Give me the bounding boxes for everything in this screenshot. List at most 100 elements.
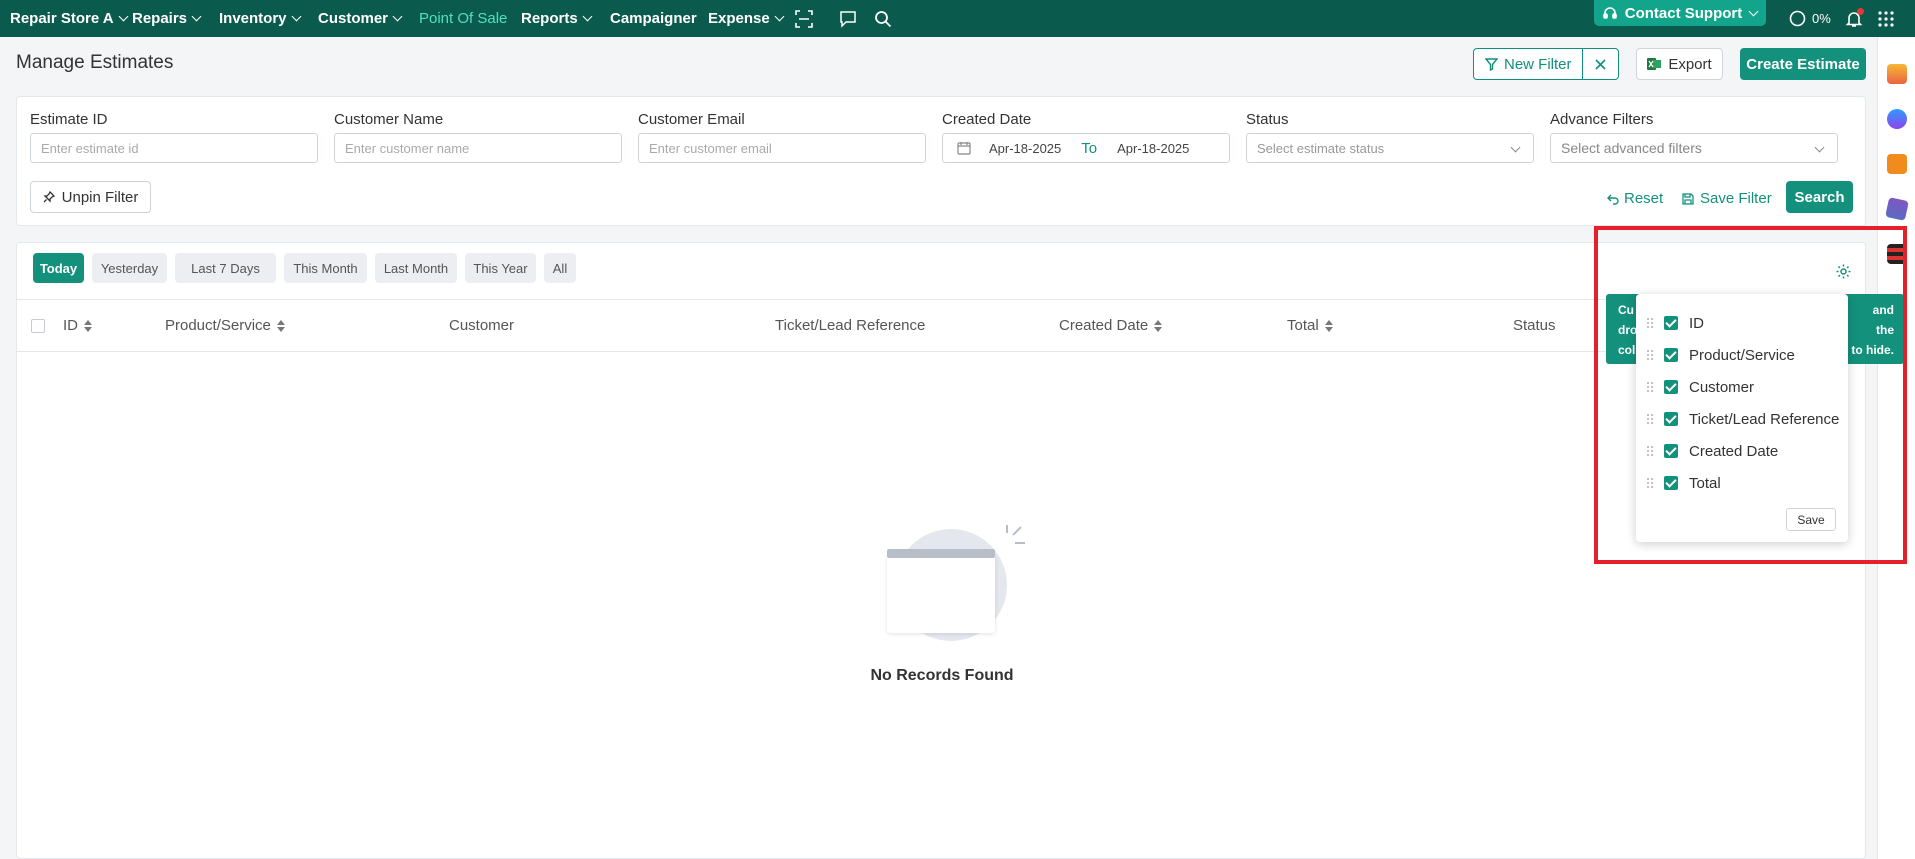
column-option-created-date[interactable]: Created Date (1646, 440, 1778, 462)
column-option-ticket-lead-reference[interactable]: Ticket/Lead Reference (1646, 408, 1839, 430)
store-name: Repair Store A (10, 10, 114, 27)
gear-icon (1836, 264, 1851, 279)
contact-support-button[interactable]: Contact Support (1594, 0, 1766, 26)
search-button[interactable]: Search (1786, 181, 1853, 213)
chat-app-icon[interactable] (1887, 109, 1907, 129)
column-settings-button[interactable] (1835, 263, 1852, 285)
save-filter-button[interactable]: Save Filter (1682, 190, 1772, 207)
tab-this-year[interactable]: This Year (465, 253, 536, 283)
undo-icon (1607, 194, 1619, 205)
column-header-total[interactable]: Total (1287, 317, 1333, 334)
nav-label: Campaigner (610, 10, 697, 27)
date-from: Apr-18-2025 (989, 140, 1062, 156)
tab-this-month[interactable]: This Month (284, 253, 367, 283)
column-checkbox[interactable] (1664, 348, 1678, 362)
chevron-down-icon (291, 11, 301, 22)
drag-handle-icon[interactable] (1646, 445, 1654, 457)
column-header-product-service[interactable]: Product/Service (165, 317, 285, 334)
create-estimate-button[interactable]: Create Estimate (1740, 48, 1866, 80)
progress-indicator[interactable]: 0% (1789, 0, 1831, 37)
nav-customer[interactable]: Customer (318, 0, 403, 37)
gem-app-icon[interactable] (1885, 197, 1909, 221)
gift-app-icon[interactable] (1887, 64, 1907, 84)
export-label: Export (1668, 55, 1712, 73)
advance-filters-select[interactable]: Select advanced filters (1550, 133, 1838, 163)
sticky-note-app-icon[interactable] (1887, 154, 1907, 174)
export-button[interactable]: Export (1636, 48, 1723, 80)
column-option-label: Total (1689, 474, 1721, 492)
status-select[interactable]: Select estimate status (1246, 133, 1534, 163)
column-checkbox[interactable] (1664, 380, 1678, 394)
column-chooser-popup: ID Product/Service Customer Ticket/Lead … (1636, 294, 1848, 542)
advance-filters-label: Advance Filters (1550, 111, 1654, 128)
drag-handle-icon[interactable] (1646, 349, 1654, 361)
save-filter-label: Save Filter (1700, 190, 1772, 207)
tooltip-text: and (1872, 303, 1894, 317)
sort-icon (1154, 319, 1163, 332)
column-checkbox[interactable] (1664, 316, 1678, 330)
scan-icon[interactable] (793, 8, 815, 30)
tab-last-7-days[interactable]: Last 7 Days (175, 253, 276, 283)
nav-point-of-sale[interactable]: Point Of Sale (419, 0, 507, 37)
right-app-rail (1877, 37, 1915, 859)
tab-all[interactable]: All (544, 253, 576, 283)
tab-yesterday[interactable]: Yesterday (92, 253, 167, 283)
reset-button[interactable]: Reset (1607, 190, 1663, 207)
column-option-label: Created Date (1689, 442, 1779, 460)
sort-icon (276, 319, 285, 332)
nav-reports[interactable]: Reports (521, 0, 593, 37)
column-option-customer[interactable]: Customer (1646, 376, 1754, 398)
column-option-id[interactable]: ID (1646, 312, 1704, 334)
column-header-id[interactable]: ID (63, 317, 92, 334)
column-option-product-service[interactable]: Product/Service (1646, 344, 1795, 366)
calendar-icon (957, 142, 971, 155)
header-label: Ticket/Lead Reference (775, 317, 926, 334)
drag-handle-icon[interactable] (1646, 317, 1654, 329)
contact-support-label: Contact Support (1624, 4, 1743, 22)
chevron-down-icon (1748, 6, 1759, 16)
nav-repairs[interactable]: Repairs (132, 0, 202, 37)
tooltip-text: Cu (1618, 303, 1634, 317)
search-icon[interactable] (872, 8, 894, 30)
date-to-label: To (1081, 139, 1098, 157)
drag-handle-icon[interactable] (1646, 477, 1654, 489)
reset-label: Reset (1624, 190, 1664, 207)
status-placeholder: Select estimate status (1257, 140, 1385, 156)
tooltip-text: the (1876, 323, 1894, 337)
clear-filter-button[interactable] (1583, 49, 1618, 79)
column-option-label: Customer (1689, 378, 1755, 396)
date-to: Apr-18-2025 (1117, 140, 1190, 156)
bell-icon[interactable] (1843, 8, 1865, 30)
estimate-id-input[interactable] (30, 133, 318, 163)
new-filter-button[interactable]: New Filter (1474, 49, 1584, 79)
card-app-icon[interactable] (1887, 244, 1907, 264)
column-option-total[interactable]: Total (1646, 472, 1721, 494)
nav-expense[interactable]: Expense (708, 0, 785, 37)
header-label: Created Date (1059, 317, 1149, 334)
column-checkbox[interactable] (1664, 412, 1678, 426)
created-date-range[interactable]: Apr-18-2025 To Apr-18-2025 (942, 133, 1230, 163)
page-title: Manage Estimates (16, 52, 174, 73)
customer-name-input[interactable] (334, 133, 622, 163)
sort-icon (84, 319, 92, 332)
select-all-checkbox[interactable] (31, 319, 45, 333)
column-checkbox[interactable] (1664, 444, 1678, 458)
chat-icon[interactable] (837, 8, 859, 30)
progress-value: 0% (1812, 11, 1831, 26)
save-columns-button[interactable]: Save (1786, 508, 1836, 531)
drag-handle-icon[interactable] (1646, 413, 1654, 425)
nav-label: Inventory (219, 10, 287, 27)
customer-email-input[interactable] (638, 133, 926, 163)
store-selector[interactable]: Repair Store A (10, 0, 129, 37)
nav-inventory[interactable]: Inventory (219, 0, 301, 37)
column-checkbox[interactable] (1664, 476, 1678, 490)
unpin-filter-button[interactable]: Unpin Filter (30, 181, 151, 213)
tab-last-month[interactable]: Last Month (375, 253, 457, 283)
chevron-down-icon (774, 11, 785, 22)
nav-campaigner[interactable]: Campaigner (610, 0, 697, 37)
chevron-down-icon (392, 11, 403, 22)
tab-today[interactable]: Today (33, 253, 84, 283)
drag-handle-icon[interactable] (1646, 381, 1654, 393)
column-header-created-date[interactable]: Created Date (1059, 317, 1163, 334)
apps-grid-icon[interactable] (1875, 8, 1897, 30)
